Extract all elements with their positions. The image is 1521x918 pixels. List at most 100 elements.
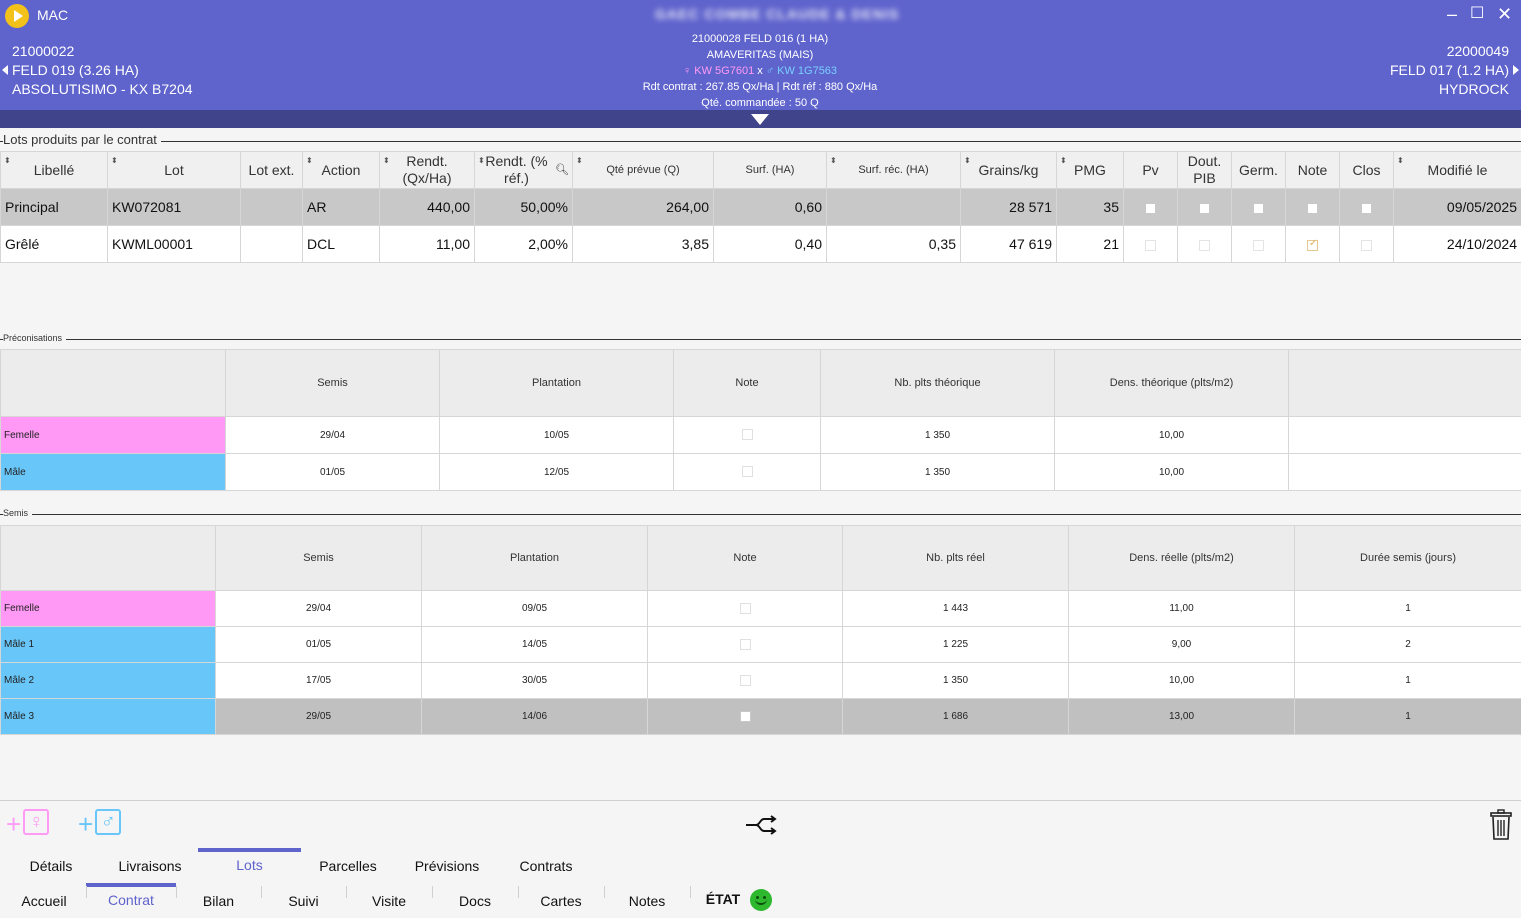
col-libelle[interactable]: ⬍ Libellé bbox=[0, 151, 108, 189]
cell-plantation[interactable]: 12/05 bbox=[439, 453, 674, 491]
col-grains[interactable]: ⬍ Grains/kg bbox=[960, 151, 1057, 189]
col-clos[interactable]: Clos bbox=[1339, 151, 1394, 189]
tab-details[interactable]: Détails bbox=[10, 858, 92, 874]
cell-duree[interactable]: 1 bbox=[1294, 698, 1521, 735]
clos-checkbox[interactable] bbox=[1361, 239, 1372, 251]
cell-dens[interactable]: 10,00 bbox=[1068, 662, 1295, 699]
col-lot[interactable]: ⬍ Lot bbox=[107, 151, 241, 189]
cell-plantation[interactable]: 10/05 bbox=[439, 416, 674, 454]
cell-duree[interactable]: 1 bbox=[1294, 590, 1521, 627]
maximize-icon[interactable]: ☐ bbox=[1470, 4, 1484, 24]
cell-plantation[interactable]: 14/05 bbox=[421, 626, 648, 663]
tab-docs[interactable]: Docs bbox=[432, 893, 518, 909]
col-note[interactable]: Note bbox=[647, 525, 843, 591]
col-qte-prevue[interactable]: ⬍ Qté prévue (Q) bbox=[572, 151, 714, 189]
cell-semis[interactable]: 29/05 bbox=[215, 698, 422, 735]
cell-semis[interactable]: 29/04 bbox=[225, 416, 440, 454]
tab-visite[interactable]: Visite bbox=[346, 893, 432, 909]
cell-nb-plts[interactable]: 1 350 bbox=[842, 662, 1069, 699]
note-checkbox[interactable] bbox=[739, 674, 751, 686]
note-checkbox[interactable] bbox=[741, 466, 753, 478]
clos-checkbox[interactable] bbox=[1361, 202, 1372, 214]
cell-semis[interactable]: 17/05 bbox=[215, 662, 422, 699]
col-note[interactable]: Note bbox=[1285, 151, 1340, 189]
cell-plantation[interactable]: 14/06 bbox=[421, 698, 648, 735]
col-duree[interactable]: Durée semis (jours) bbox=[1294, 525, 1521, 591]
col-semis[interactable]: Semis bbox=[215, 525, 422, 591]
tab-notes[interactable]: Notes bbox=[604, 893, 690, 909]
note-checkbox[interactable] bbox=[741, 429, 753, 441]
col-rendt[interactable]: ⬍ Rendt. (Qx/Ha) bbox=[379, 151, 475, 189]
swap-button[interactable] bbox=[744, 812, 778, 843]
tab-suivi[interactable]: Suivi bbox=[261, 893, 346, 909]
col-rendt-pct[interactable]: ⬍ Rendt. (% réf.) 🔍︎ bbox=[474, 151, 573, 189]
tab-parcelles[interactable]: Parcelles bbox=[300, 858, 396, 874]
cell-semis[interactable]: 01/05 bbox=[215, 626, 422, 663]
table-row[interactable]: Mâle 1 01/05 14/05 1 225 9,00 2 bbox=[0, 626, 1521, 663]
tab-lots[interactable]: Lots bbox=[198, 857, 301, 873]
col-action[interactable]: ⬍ Action bbox=[302, 151, 380, 189]
cell-semis[interactable]: 29/04 bbox=[215, 590, 422, 627]
note-checkbox[interactable] bbox=[739, 602, 751, 614]
dout-pib-checkbox[interactable] bbox=[1199, 202, 1210, 214]
cell-nb-plts[interactable]: 1 350 bbox=[820, 416, 1055, 454]
add-female-button[interactable]: + ♀ bbox=[6, 809, 50, 840]
cell-dens[interactable]: 13,00 bbox=[1068, 698, 1295, 735]
cell-plantation[interactable]: 09/05 bbox=[421, 590, 648, 627]
col-surf[interactable]: Surf. (HA) bbox=[713, 151, 827, 189]
cell-dens[interactable]: 9,00 bbox=[1068, 626, 1295, 663]
note-checkbox[interactable] bbox=[1307, 238, 1318, 251]
delete-button[interactable] bbox=[1489, 809, 1513, 846]
col-pv[interactable]: Pv bbox=[1123, 151, 1178, 189]
tab-bilan[interactable]: Bilan bbox=[176, 893, 261, 909]
col-dout-pib[interactable]: Dout. PIB bbox=[1177, 151, 1232, 189]
cell-nb-plts[interactable]: 1 350 bbox=[820, 453, 1055, 491]
col-plantation[interactable]: Plantation bbox=[439, 349, 674, 417]
table-row[interactable]: Mâle 3 29/05 14/06 1 686 13,00 1 bbox=[0, 698, 1521, 735]
cell-plantation[interactable]: 30/05 bbox=[421, 662, 648, 699]
next-contract-link[interactable]: 22000049 FELD 017 (1.2 HA) HYDROCK bbox=[1390, 42, 1519, 99]
table-row[interactable]: Principal KW072081 AR 440,00 50,00% 264,… bbox=[0, 188, 1521, 226]
col-pmg[interactable]: ⬍ PMG bbox=[1056, 151, 1124, 189]
col-plantation[interactable]: Plantation bbox=[421, 525, 648, 591]
table-row[interactable]: Grêlé KWML00001 DCL 11,00 2,00% 3,85 0,4… bbox=[0, 225, 1521, 263]
dout-pib-checkbox[interactable] bbox=[1199, 239, 1210, 251]
cell-nb-plts[interactable]: 1 443 bbox=[842, 590, 1069, 627]
minimize-icon[interactable]: – bbox=[1447, 4, 1457, 24]
germ-checkbox[interactable] bbox=[1253, 202, 1264, 214]
col-nb-plts[interactable]: Nb. plts réel bbox=[842, 525, 1069, 591]
cell-nb-plts[interactable]: 1 686 bbox=[842, 698, 1069, 735]
tab-livraisons[interactable]: Livraisons bbox=[100, 858, 200, 874]
table-row[interactable]: Femelle 29/04 09/05 1 443 11,00 1 bbox=[0, 590, 1521, 627]
col-surf-rec[interactable]: ⬍ Surf. réc. (HA) bbox=[826, 151, 961, 189]
collapse-bar[interactable] bbox=[0, 110, 1521, 128]
table-row[interactable]: Mâle 01/05 12/05 1 350 10,00 bbox=[0, 453, 1521, 491]
tab-previsions[interactable]: Prévisions bbox=[398, 858, 496, 874]
search-icon[interactable]: 🔍︎ bbox=[555, 162, 569, 179]
germ-checkbox[interactable] bbox=[1253, 239, 1264, 251]
cell-dens[interactable]: 10,00 bbox=[1054, 453, 1289, 491]
pv-checkbox[interactable] bbox=[1145, 239, 1156, 251]
cell-duree[interactable]: 1 bbox=[1294, 662, 1521, 699]
note-checkbox[interactable] bbox=[739, 638, 751, 650]
col-lot-ext[interactable]: Lot ext. bbox=[240, 151, 303, 189]
tab-contrat[interactable]: Contrat bbox=[86, 892, 176, 908]
previous-contract-link[interactable]: 21000022 FELD 019 (3.26 HA) ABSOLUTISIMO… bbox=[2, 42, 193, 99]
note-checkbox[interactable] bbox=[739, 710, 751, 722]
tab-accueil[interactable]: Accueil bbox=[2, 893, 86, 909]
cell-dens[interactable]: 10,00 bbox=[1054, 416, 1289, 454]
close-icon[interactable]: ✕ bbox=[1497, 4, 1512, 24]
cell-semis[interactable]: 01/05 bbox=[225, 453, 440, 491]
col-note[interactable]: Note bbox=[673, 349, 821, 417]
col-nb-plts[interactable]: Nb. plts théorique bbox=[820, 349, 1055, 417]
col-dens[interactable]: Dens. réelle (plts/m2) bbox=[1068, 525, 1295, 591]
tab-contrats[interactable]: Contrats bbox=[500, 858, 592, 874]
col-germ[interactable]: Germ. bbox=[1231, 151, 1286, 189]
tab-cartes[interactable]: Cartes bbox=[518, 893, 604, 909]
add-male-button[interactable]: + ♂ bbox=[78, 809, 122, 840]
note-checkbox[interactable] bbox=[1307, 202, 1318, 214]
col-dens[interactable]: Dens. théorique (plts/m2) bbox=[1054, 349, 1289, 417]
table-row[interactable]: Femelle 29/04 10/05 1 350 10,00 bbox=[0, 416, 1521, 454]
collapse-down-icon[interactable] bbox=[751, 114, 769, 125]
cell-dens[interactable]: 11,00 bbox=[1068, 590, 1295, 627]
